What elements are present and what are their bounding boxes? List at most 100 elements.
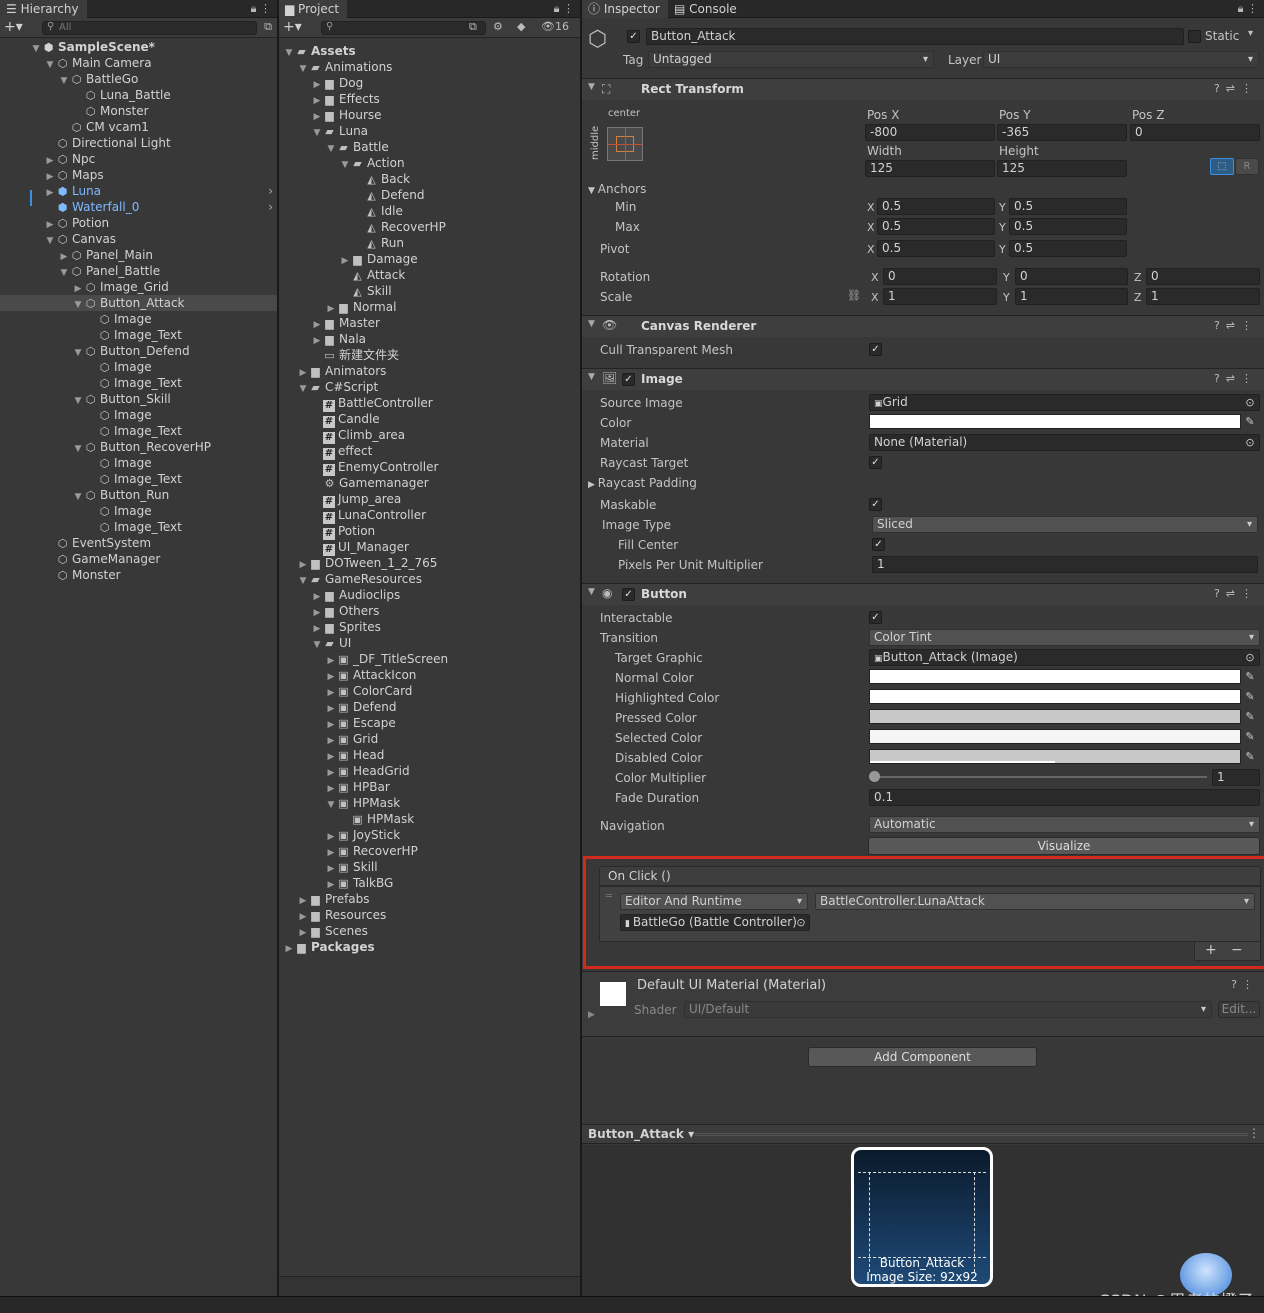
project-item[interactable]: ▼ ▰ Luna: [279, 123, 580, 139]
tag-dropdown[interactable]: Untagged: [648, 51, 934, 68]
hierarchy-item[interactable]: ▼ ⬡ Canvas: [0, 231, 277, 247]
project-item[interactable]: ▶ ▣ RecoverHP: [279, 843, 580, 859]
posz-field[interactable]: 0: [1130, 124, 1260, 141]
ppu-field[interactable]: 1: [872, 556, 1258, 573]
eyedropper-icon[interactable]: ✎: [1242, 729, 1258, 744]
image-header[interactable]: ▼ 🖼︎ ✓ Image ?⇌⋮: [582, 368, 1264, 390]
color-multiplier-slider-track[interactable]: [873, 776, 1207, 778]
project-item[interactable]: ◭ Run: [279, 235, 580, 251]
raycast-target-checkbox[interactable]: ✓: [869, 456, 882, 469]
anchor-max-y-field[interactable]: 0.5: [1009, 218, 1127, 235]
tab-project[interactable]: ▆ Project: [279, 0, 348, 18]
rotation-x-field[interactable]: 0: [883, 268, 997, 285]
hierarchy-item[interactable]: ⬡ Image_Text: [0, 327, 277, 343]
project-item[interactable]: # Candle: [279, 411, 580, 428]
project-item[interactable]: ▶ ▣ ColorCard: [279, 683, 580, 699]
lock-icon[interactable]: 🔒︎ ⋮: [1238, 0, 1258, 18]
component-header-icons[interactable]: ?⇌⋮: [1214, 587, 1258, 600]
project-item[interactable]: ▶ ▆ Sprites: [279, 619, 580, 635]
project-item[interactable]: ▶ ▣ Skill: [279, 859, 580, 875]
project-item[interactable]: ▶ ▣ Defend: [279, 699, 580, 715]
fold-arrow-icon[interactable]: ▼: [588, 372, 595, 382]
project-item[interactable]: ▼ ▰ Assets: [279, 43, 580, 59]
hierarchy-item[interactable]: ▼ ⬡ Button_RecoverHP: [0, 439, 277, 455]
color-multiplier-field[interactable]: 1: [1212, 769, 1260, 786]
label-icon[interactable]: ◆: [517, 20, 525, 33]
project-item[interactable]: ▭ 新建文件夹: [279, 347, 580, 363]
project-item[interactable]: ▶ ▆ Packages: [279, 939, 580, 955]
hierarchy-item[interactable]: ⬡ Luna_Battle: [0, 87, 277, 103]
project-item[interactable]: ⚙ Gamemanager: [279, 475, 580, 491]
runtime-dropdown[interactable]: Editor And Runtime: [620, 893, 808, 910]
eyedropper-icon[interactable]: ✎: [1242, 414, 1258, 429]
project-item[interactable]: ▶ ▆ Damage: [279, 251, 580, 267]
project-item[interactable]: # Potion: [279, 523, 580, 540]
project-item[interactable]: ▶ ▆ Audioclips: [279, 587, 580, 603]
object-picker-icon[interactable]: ⊙: [1242, 435, 1258, 450]
project-item[interactable]: ◭ Defend: [279, 187, 580, 203]
visualize-button[interactable]: Visualize: [868, 837, 1260, 855]
hierarchy-item[interactable]: ▶ ⬡ Potion: [0, 215, 277, 231]
remove-listener-button[interactable]: −: [1231, 942, 1243, 958]
search-by-type-icon[interactable]: ⧉: [469, 20, 477, 34]
anchor-min-x-field[interactable]: 0.5: [877, 198, 995, 215]
hierarchy-item[interactable]: ▼ ⬡ Main Camera: [0, 55, 277, 71]
raycast-padding-label[interactable]: ▶ Raycast Padding: [588, 476, 697, 490]
project-item[interactable]: ▶ ▆ Animators: [279, 363, 580, 379]
project-item[interactable]: ▶ ▆ Scenes: [279, 923, 580, 939]
object-picker-icon[interactable]: ⊙: [1242, 650, 1258, 665]
hierarchy-search-input[interactable]: All: [42, 21, 257, 35]
pressed-color-swatch[interactable]: [869, 709, 1241, 724]
tab-console[interactable]: ▤ Console: [668, 0, 745, 18]
fade-duration-field[interactable]: 0.1: [869, 789, 1260, 806]
chevron-right-icon[interactable]: ›: [268, 183, 273, 199]
hierarchy-item[interactable]: ⬡ CM vcam1: [0, 119, 277, 135]
anchor-max-x-field[interactable]: 0.5: [877, 218, 995, 235]
height-field[interactable]: 125: [997, 160, 1127, 177]
eyedropper-icon[interactable]: ✎: [1242, 749, 1258, 764]
eyedropper-icon[interactable]: ✎: [1242, 669, 1258, 684]
image-type-dropdown[interactable]: Sliced: [872, 516, 1258, 533]
project-item[interactable]: ▶ ▣ Escape: [279, 715, 580, 731]
maskable-checkbox[interactable]: ✓: [869, 498, 882, 511]
hierarchy-item[interactable]: ⬡ Directional Light: [0, 135, 277, 151]
project-item[interactable]: ▼ ▰ C#Script: [279, 379, 580, 395]
posx-field[interactable]: -800: [865, 124, 995, 141]
project-item[interactable]: ▶ ▆ Master: [279, 315, 580, 331]
project-item[interactable]: ▶ ▣ TalkBG: [279, 875, 580, 891]
width-field[interactable]: 125: [865, 160, 995, 177]
static-checkbox[interactable]: [1188, 30, 1201, 43]
scene-filter-icon[interactable]: ⧉: [264, 20, 272, 34]
material-field[interactable]: None (Material): [869, 434, 1260, 451]
eyedropper-icon[interactable]: ✎: [1242, 709, 1258, 724]
hierarchy-item[interactable]: ▶ ⬡ Npc: [0, 151, 277, 167]
hierarchy-item[interactable]: ▼ ⬢ SampleScene*: [0, 39, 277, 55]
canvas-renderer-header[interactable]: ▼ 👁︎ Canvas Renderer ?⇌⋮: [582, 315, 1264, 337]
pivot-y-field[interactable]: 0.5: [1009, 240, 1127, 257]
project-item[interactable]: # LunaController: [279, 507, 580, 524]
project-item[interactable]: ▶ ▆ Effects: [279, 91, 580, 107]
object-picker-icon[interactable]: ⊙: [1242, 395, 1258, 410]
project-item[interactable]: ▶ ▣ Grid: [279, 731, 580, 747]
drag-handle-icon[interactable]: ═: [606, 891, 612, 902]
tab-inspector[interactable]: ⓘ Inspector: [582, 0, 668, 18]
function-dropdown[interactable]: BattleController.LunaAttack: [815, 893, 1255, 910]
component-header-icons[interactable]: ?⇌⋮: [1214, 372, 1258, 385]
edit-shader-button[interactable]: Edit...: [1218, 1001, 1260, 1018]
image-enabled-checkbox[interactable]: ✓: [622, 373, 635, 386]
project-item[interactable]: ▶ ▆ Resources: [279, 907, 580, 923]
object-picker-icon[interactable]: ⊙: [793, 915, 809, 930]
project-item[interactable]: ▼ ▰ UI: [279, 635, 580, 651]
interactable-checkbox[interactable]: ✓: [869, 611, 882, 624]
static-dropdown-icon[interactable]: ▾: [1248, 28, 1253, 39]
scale-z-field[interactable]: 1: [1146, 288, 1260, 305]
tab-hierarchy[interactable]: ☰ Hierarchy: [0, 0, 87, 18]
project-item[interactable]: # effect: [279, 443, 580, 460]
target-graphic-field[interactable]: ▣Button_Attack (Image): [869, 649, 1260, 666]
project-item[interactable]: # Jump_area: [279, 491, 580, 508]
project-item[interactable]: ▶ ▣ HPBar: [279, 779, 580, 795]
filter-icon[interactable]: ⚙: [493, 20, 503, 33]
anchor-min-y-field[interactable]: 0.5: [1009, 198, 1127, 215]
project-item[interactable]: ▼ ▣ HPMask: [279, 795, 580, 811]
project-item[interactable]: # Climb_area: [279, 427, 580, 444]
